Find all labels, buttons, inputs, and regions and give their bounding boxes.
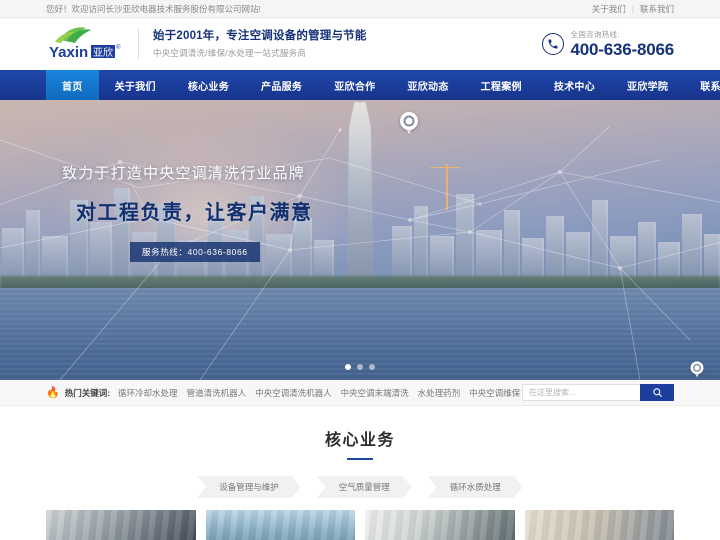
hero-dot-1[interactable] [345, 364, 351, 370]
nav-item-6[interactable]: 工程案例 [465, 70, 538, 100]
hot-keywords-bar: 🔥 热门关键词: 循环冷却水处理 管道清洗机器人 中央空调清洗机器人 中央空调末端清洗… [0, 380, 720, 406]
keyword-link-1[interactable]: 管道清洗机器人 [187, 387, 247, 399]
svg-text:亚欣: 亚欣 [93, 46, 113, 59]
core-business-tab-1[interactable]: 空气质量管理 [317, 476, 412, 498]
section-title: 核心业务 [324, 432, 395, 449]
nav-item-9[interactable]: 联系我们 [684, 70, 720, 100]
fire-icon: 🔥 [46, 387, 60, 399]
hot-keywords-label: 热门关键词: [64, 387, 111, 398]
top-utility-bar: 您好！欢迎访问长沙亚欣电器技术服务股份有限公司网站! 关于我们 | 联系我们 [0, 0, 720, 18]
company-logo-icon[interactable]: Yaxin 亚欣 ® [46, 25, 124, 63]
core-business-tabs: 设备管理与维护 空气质量管理 循环水质处理 [46, 476, 674, 498]
topbar-separator: | [631, 3, 634, 14]
nav-item-list: 首页关于我们核心业务产品服务亚欣合作亚欣动态工程案例技术中心亚欣学院联系我们 [46, 70, 720, 100]
search-box [522, 384, 674, 401]
hero-headline-primary: 对工程负责，让客户满意 [76, 202, 313, 224]
svg-text:®: ® [116, 44, 121, 51]
core-business-tab-0[interactable]: 设备管理与维护 [197, 476, 301, 498]
site-header: Yaxin 亚欣 ® 始于2001年，专注空调设备的管理与节能 中央空调清洗/维… [0, 18, 720, 70]
business-card-water-treatment[interactable] [365, 510, 515, 540]
nav-item-0[interactable]: 首页 [46, 70, 99, 100]
map-pin-icon [400, 112, 418, 136]
business-card-lab-technician[interactable] [524, 510, 674, 540]
nav-item-4[interactable]: 亚欣合作 [318, 70, 391, 100]
keyword-link-5[interactable]: 中央空调维保 [469, 387, 520, 399]
nav-item-5[interactable]: 亚欣动态 [391, 70, 464, 100]
topbar-links: 关于我们 | 联系我们 [592, 3, 674, 15]
svg-text:Yaxin: Yaxin [49, 44, 88, 61]
hero-banner: 致力于打造中央空调清洗行业品牌 对工程负责，让客户满意 服务热线：400-636… [0, 100, 720, 380]
hotline-label: 全国咨询热线: [570, 29, 620, 39]
nav-item-2[interactable]: 核心业务 [172, 70, 245, 100]
section-title-underline [347, 458, 373, 460]
hotline-number: 400-636-8066 [570, 39, 675, 59]
nav-item-3[interactable]: 产品服务 [245, 70, 318, 100]
hotline-text: 全国咨询热线: 400-636-8066 [570, 29, 675, 60]
hero-dot-3[interactable] [369, 364, 375, 370]
business-card-equipment-maintenance[interactable] [46, 510, 196, 540]
business-card-pipeline-cleaning[interactable] [205, 510, 355, 540]
topbar-link-about[interactable]: 关于我们 [592, 3, 626, 15]
slogan-main: 始于2001年，专注空调设备的管理与节能 [153, 29, 367, 42]
keyword-link-0[interactable]: 循环冷却水处理 [118, 387, 178, 399]
slogan-sub: 中央空调清洗/维保/水处理一站式服务商 [153, 48, 307, 59]
nav-item-7[interactable]: 技术中心 [538, 70, 611, 100]
search-input[interactable] [522, 384, 640, 401]
nav-item-8[interactable]: 亚欣学院 [611, 70, 684, 100]
hero-hotline-badge: 服务热线：400-636-8066 [130, 242, 260, 262]
hero-carousel-dots[interactable] [0, 364, 720, 370]
core-business-tab-2[interactable]: 循环水质处理 [428, 476, 523, 498]
logo-block[interactable]: Yaxin 亚欣 ® 始于2001年，专注空调设备的管理与节能 中央空调清洗/维… [46, 25, 367, 63]
hero-headline-secondary: 致力于打造中央空调清洗行业品牌 [62, 165, 306, 182]
core-business-section: 核心业务 设备管理与维护 空气质量管理 循环水质处理 [0, 406, 720, 540]
welcome-message: 您好！欢迎访问长沙亚欣电器技术服务股份有限公司网站! [46, 3, 261, 14]
nav-item-1[interactable]: 关于我们 [99, 70, 172, 100]
hero-dot-2[interactable] [357, 364, 363, 370]
main-navigation: 首页关于我们核心业务产品服务亚欣合作亚欣动态工程案例技术中心亚欣学院联系我们 [0, 70, 720, 100]
keyword-link-3[interactable]: 中央空调末端清洗 [341, 387, 409, 399]
keyword-link-2[interactable]: 中央空调清洗机器人 [255, 387, 332, 399]
search-button[interactable] [640, 384, 674, 401]
header-divider [138, 29, 139, 59]
company-slogan: 始于2001年，专注空调设备的管理与节能 中央空调清洗/维保/水处理一站式服务商 [153, 29, 367, 60]
keyword-link-4[interactable]: 水处理药剂 [418, 387, 461, 399]
hero-text-block: 致力于打造中央空调清洗行业品牌 对工程负责，让客户满意 服务热线：400-636… [62, 162, 313, 262]
hotline-block: 全国咨询热线: 400-636-8066 [541, 29, 675, 60]
phone-icon [541, 33, 564, 55]
hot-keywords-list: 循环冷却水处理 管道清洗机器人 中央空调清洗机器人 中央空调末端清洗 水处理药剂 中央空调… [118, 387, 520, 399]
topbar-link-contact[interactable]: 联系我们 [640, 3, 674, 15]
core-business-cards [46, 510, 674, 540]
